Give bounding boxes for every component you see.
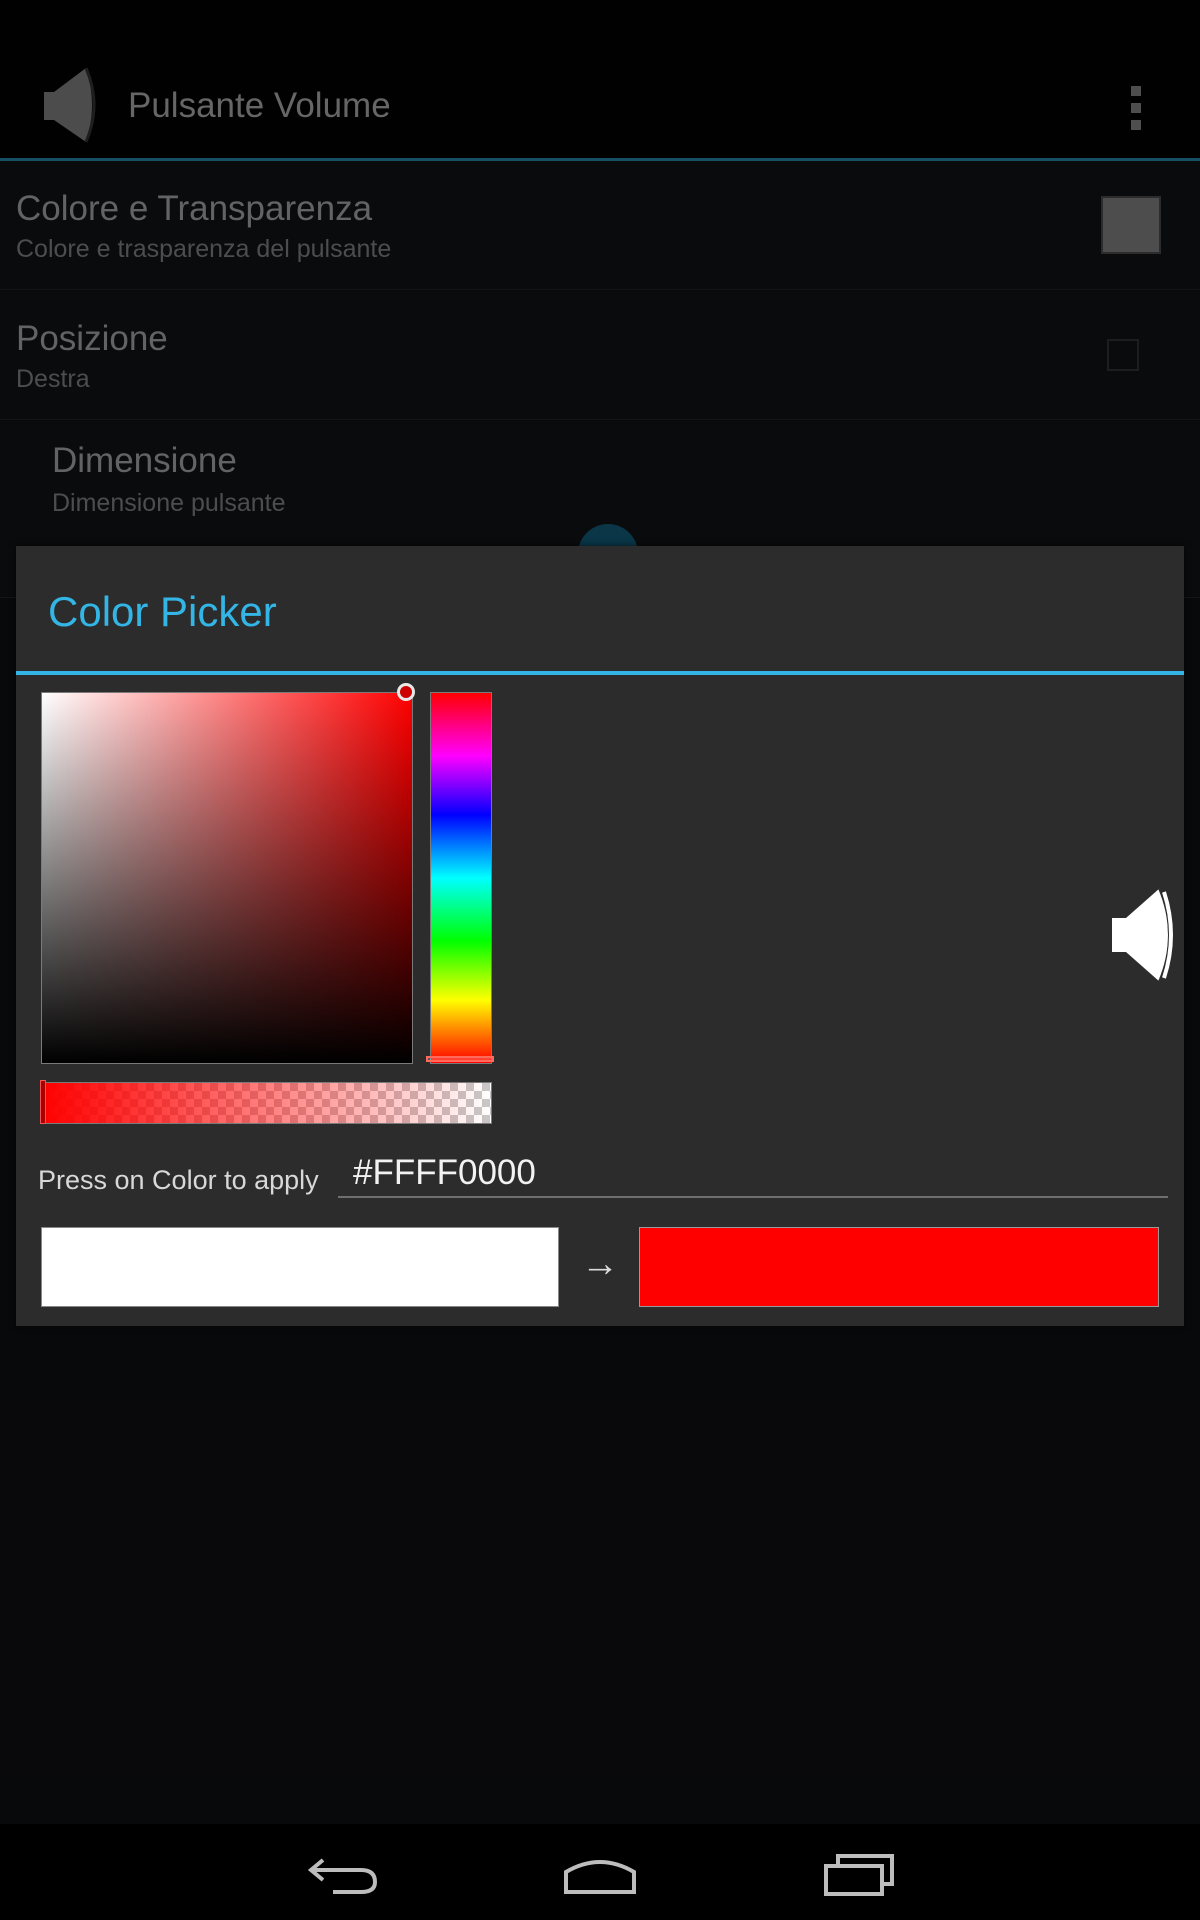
- speaker-icon: [1112, 887, 1173, 983]
- hex-color-input[interactable]: [338, 1150, 1168, 1198]
- navigation-bar: [0, 1824, 1200, 1920]
- alpha-slider[interactable]: [41, 1082, 492, 1124]
- recents-icon[interactable]: [820, 1846, 900, 1900]
- color-picker-dialog: Color Picker Press on Color to apply →: [16, 546, 1184, 1326]
- apply-hint-label: Press on Color to apply: [38, 1165, 319, 1195]
- dialog-divider: [16, 671, 1184, 675]
- new-color-swatch[interactable]: [639, 1227, 1159, 1307]
- back-icon[interactable]: [303, 1846, 383, 1900]
- dialog-title: Color Picker: [48, 588, 277, 635]
- old-color-swatch[interactable]: [41, 1227, 559, 1307]
- saturation-value-picker[interactable]: [41, 692, 413, 1064]
- hue-slider[interactable]: [430, 692, 492, 1064]
- hue-marker[interactable]: [426, 1056, 494, 1062]
- arrow-right-icon: →: [581, 1243, 619, 1285]
- home-icon[interactable]: [560, 1846, 640, 1900]
- sv-cursor[interactable]: [397, 683, 415, 701]
- alpha-marker[interactable]: [40, 1080, 46, 1124]
